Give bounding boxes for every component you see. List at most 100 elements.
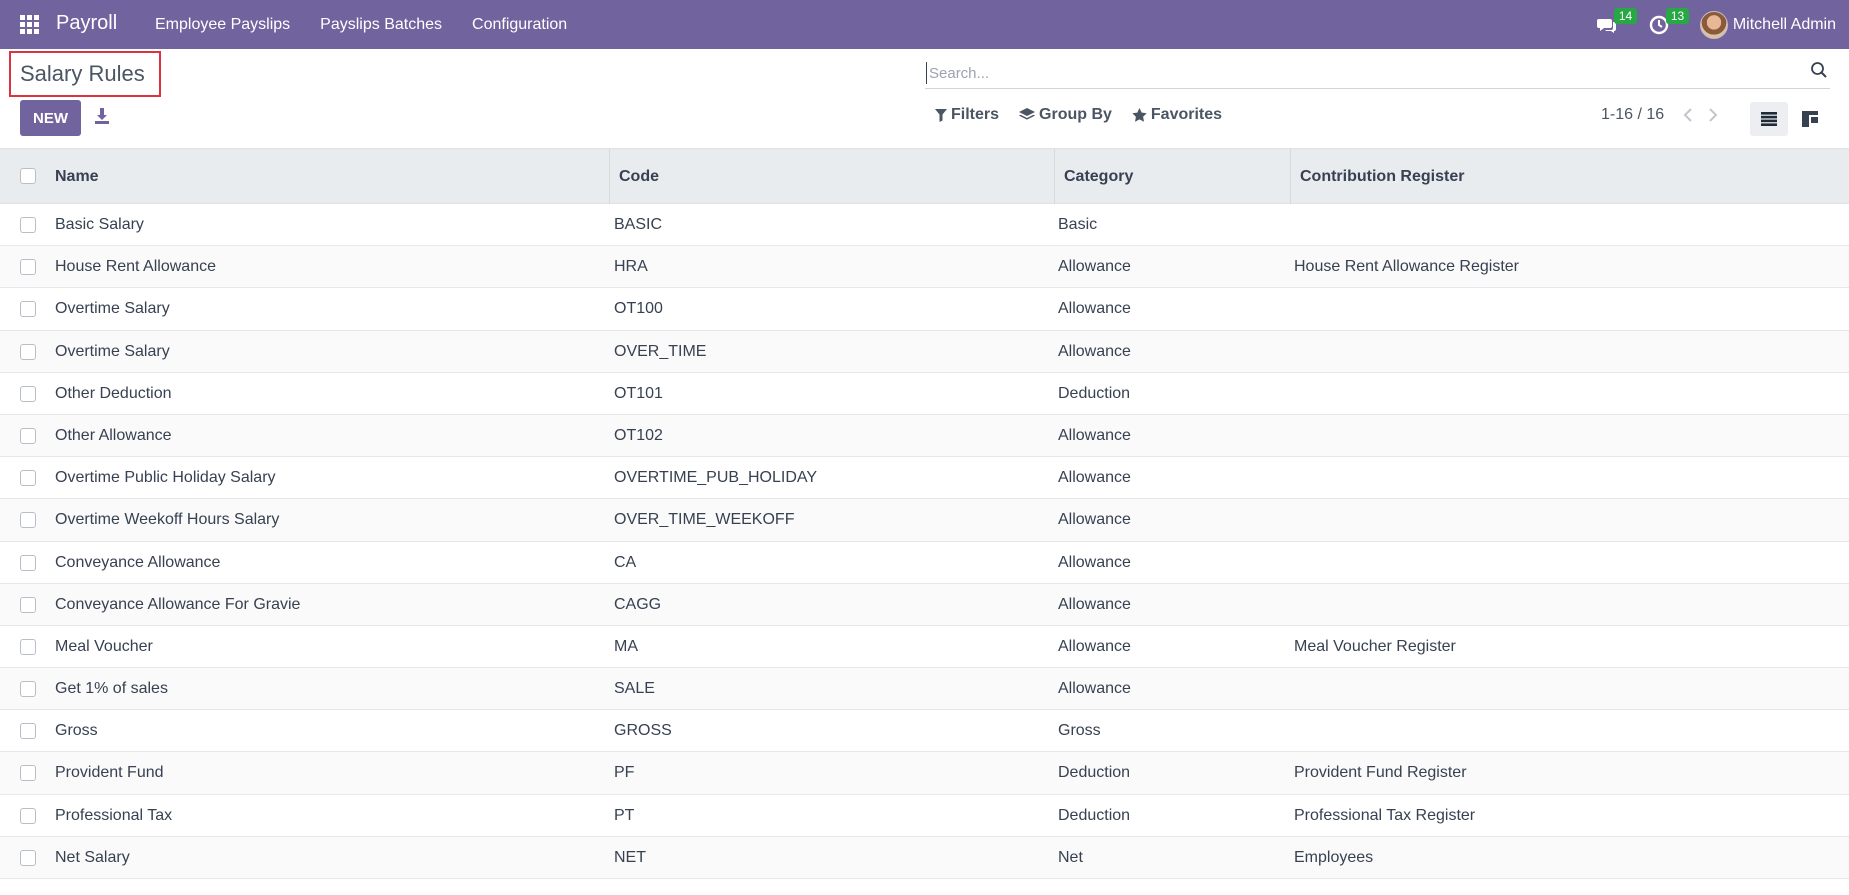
messages-button[interactable]: 14 [1596, 7, 1638, 36]
cell-name: Conveyance Allowance [55, 553, 221, 571]
cell-code: PT [614, 806, 635, 824]
list-view-button[interactable] [1750, 102, 1788, 136]
column-category[interactable]: Category [1054, 149, 1290, 204]
main-menu: Employee Payslips Payslips Batches Confi… [140, 0, 582, 49]
row-checkbox[interactable] [20, 301, 36, 318]
row-checkbox[interactable] [20, 638, 36, 655]
user-name[interactable]: Mitchell Admin [1733, 16, 1836, 34]
filter-icon [935, 109, 947, 122]
table-row[interactable]: Meal Voucher MA Allowance Meal Voucher Regi… [0, 626, 1849, 669]
group-by-button[interactable]: Group By [1019, 106, 1112, 124]
cell-contribution-register: Professional Tax Register [1294, 806, 1476, 824]
cell-name: Overtime Weekoff Hours Salary [55, 511, 280, 529]
cell-code: CA [614, 553, 637, 571]
row-checkbox[interactable] [20, 217, 36, 233]
cell-name: Overtime Salary [55, 300, 170, 318]
cell-code: OT101 [614, 384, 663, 402]
table-row[interactable]: Professional Tax PT Deduction Professional … [0, 795, 1849, 837]
cell-name: Gross [55, 722, 98, 740]
menu-employee-payslips[interactable]: Employee Payslips [140, 16, 305, 34]
chevron-left-icon[interactable] [1681, 106, 1695, 124]
cell-category: Allowance [1058, 511, 1131, 529]
cell-contribution-register: House Rent Allowance Register [1294, 258, 1520, 276]
cell-category: Allowance [1058, 426, 1131, 444]
table-row[interactable]: Overtime Salary OVER_TIME Allowance [0, 330, 1849, 373]
chevron-right-icon[interactable] [1706, 106, 1720, 124]
new-button[interactable]: NEW [20, 100, 81, 136]
table-header: Name Code Category Contribution Register [0, 148, 1849, 204]
cell-name: Meal Voucher [55, 637, 153, 655]
row-checkbox[interactable] [20, 596, 36, 613]
cell-category: Allowance [1058, 300, 1131, 318]
cell-name: House Rent Allowance [55, 258, 216, 276]
apps-menu-icon[interactable] [20, 15, 39, 34]
search-bar [925, 56, 1830, 89]
table-row[interactable]: Basic Salary BASIC Basic [0, 204, 1849, 247]
search-input[interactable] [926, 62, 1786, 84]
table-row[interactable]: Overtime Salary OT100 Allowance [0, 288, 1849, 331]
filters-button[interactable]: Filters [935, 106, 999, 124]
cell-category: Deduction [1058, 764, 1131, 782]
menu-configuration[interactable]: Configuration [457, 16, 582, 34]
table-row[interactable]: Net Salary NET Net Employees [0, 836, 1849, 879]
row-checkbox[interactable] [20, 512, 36, 529]
table-row[interactable]: Provident Fund PF Deduction Provident Fund … [0, 752, 1849, 795]
user-avatar[interactable] [1699, 10, 1728, 39]
row-checkbox[interactable] [20, 765, 36, 782]
search-icon[interactable] [1810, 61, 1828, 79]
page-title: Salary Rules [20, 61, 145, 86]
row-checkbox[interactable] [20, 849, 36, 866]
table-row[interactable]: House Rent Allowance HRA Allowance House Re… [0, 246, 1849, 289]
row-checkbox[interactable] [20, 343, 36, 360]
cell-category: Allowance [1058, 595, 1131, 613]
cell-name: Overtime Public Holiday Salary [55, 469, 276, 487]
row-checkbox[interactable] [20, 723, 36, 740]
favorites-button[interactable]: Favorites [1132, 106, 1222, 124]
table-row[interactable]: Overtime Public Holiday Salary OVERTIME_P… [0, 457, 1849, 500]
select-all-checkbox[interactable] [20, 168, 36, 184]
cell-name: Other Deduction [55, 384, 172, 402]
table-row[interactable]: Overtime Weekoff Hours Salary OVER_TIME_W… [0, 499, 1849, 542]
cell-code: OVERTIME_PUB_HOLIDAY [614, 469, 818, 487]
cell-name: Professional Tax [55, 806, 173, 824]
cell-code: OT102 [614, 426, 663, 444]
download-icon[interactable] [93, 106, 111, 126]
column-contribution-register[interactable]: Contribution Register [1290, 149, 1849, 204]
cell-category: Allowance [1058, 680, 1131, 698]
cell-name: Basic Salary [55, 216, 144, 233]
menu-payslips-batches[interactable]: Payslips Batches [305, 16, 457, 34]
filters-label: Filters [951, 106, 1000, 123]
table-body: Basic Salary BASIC Basic House Rent Allowan… [0, 204, 1849, 879]
row-checkbox[interactable] [20, 385, 36, 402]
row-checkbox[interactable] [20, 427, 36, 444]
row-checkbox[interactable] [20, 554, 36, 571]
cell-code: GROSS [614, 722, 672, 740]
cell-category: Deduction [1058, 384, 1131, 402]
table-row[interactable]: Other Deduction OT101 Deduction [0, 373, 1849, 415]
table-row[interactable]: Get 1% of sales SALE Allowance [0, 668, 1849, 711]
row-checkbox[interactable] [20, 259, 36, 276]
table-row[interactable]: Gross GROSS Gross [0, 710, 1849, 753]
kanban-view-button[interactable] [1791, 102, 1829, 136]
cell-name: Other Allowance [55, 426, 172, 444]
column-name[interactable]: Name [46, 149, 609, 204]
layers-icon [1019, 108, 1036, 120]
search-options: Filters Group By Favorites [935, 106, 1242, 124]
cell-name: Provident Fund [55, 764, 164, 782]
cell-code: HRA [614, 258, 648, 276]
salary-rules-table: Name Code Category Contribution Register… [0, 148, 1849, 879]
group-by-label: Group By [1039, 106, 1112, 123]
cell-code: SALE [614, 680, 655, 698]
row-checkbox[interactable] [20, 681, 36, 698]
row-checkbox[interactable] [20, 470, 36, 487]
row-checkbox[interactable] [20, 807, 36, 824]
column-code[interactable]: Code [609, 149, 1054, 204]
app-name[interactable]: Payroll [56, 12, 117, 35]
table-row[interactable]: Conveyance Allowance For Gravie CAGG Allow… [0, 583, 1849, 626]
table-row[interactable]: Conveyance Allowance CA Allowance [0, 542, 1849, 584]
activities-button[interactable]: 13 [1648, 7, 1690, 36]
cell-code: NET [614, 848, 646, 866]
table-row[interactable]: Other Allowance OT102 Allowance [0, 414, 1849, 458]
pager-value[interactable]: 1-16 / 16 [1601, 106, 1664, 124]
cell-category: Allowance [1058, 342, 1131, 360]
